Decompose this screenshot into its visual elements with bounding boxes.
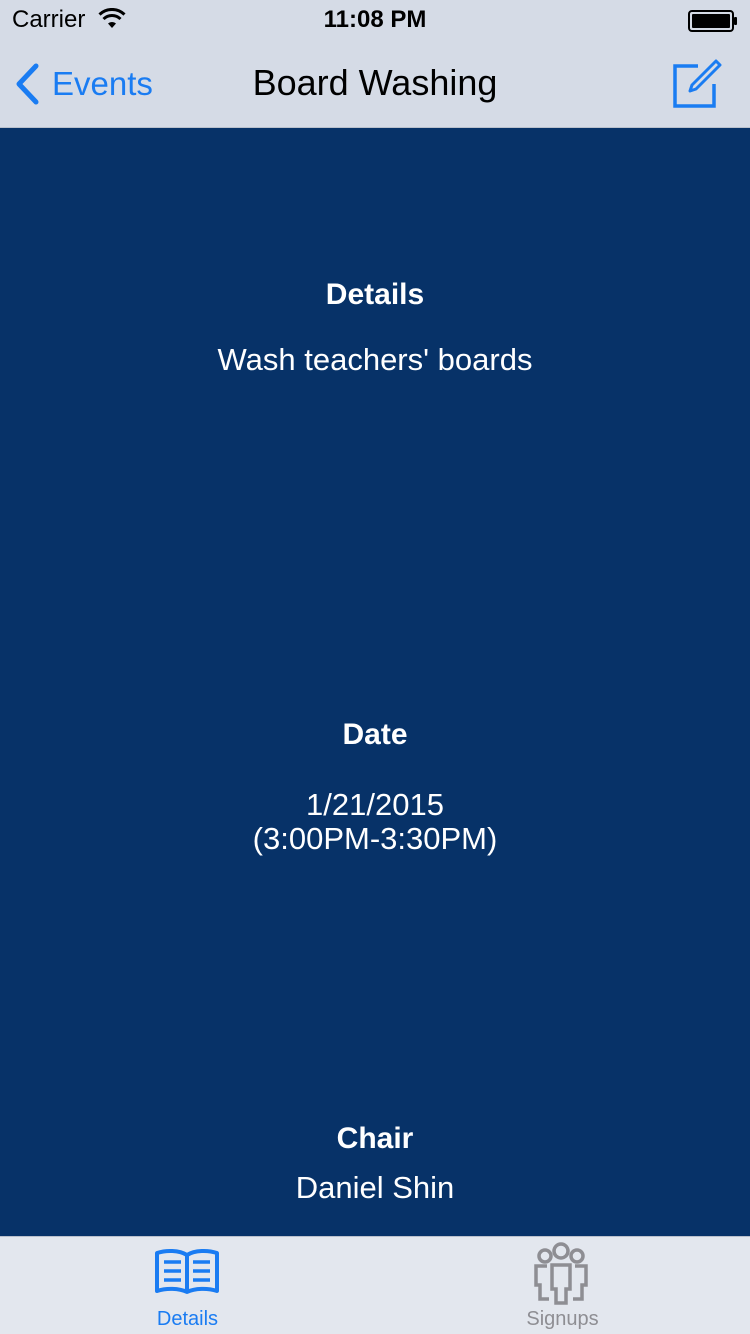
- event-details-panel: Details Wash teachers' boards Date 1/21/…: [0, 128, 750, 1236]
- details-value: Wash teachers' boards: [217, 342, 533, 377]
- tab-bar: Details Signups: [0, 1236, 750, 1334]
- chair-value: Daniel Shin: [295, 1170, 455, 1205]
- date-heading: Date: [342, 718, 408, 751]
- open-book-icon: [155, 1248, 219, 1294]
- navigation-bar: Events Board Washing: [0, 40, 750, 128]
- compose-icon: [673, 59, 722, 108]
- details-heading: Details: [325, 278, 425, 311]
- battery-icon: [688, 10, 737, 32]
- edit-button[interactable]: [670, 58, 722, 110]
- status-bar: Carrier 11:08 PM: [0, 0, 750, 40]
- chair-heading: Chair: [336, 1122, 414, 1155]
- screen: Carrier 11:08 PM Events Board Washing De…: [0, 0, 750, 1334]
- group-icon: [534, 1242, 588, 1305]
- top-bar: Carrier 11:08 PM Events Board Washing: [0, 0, 750, 128]
- tab-details-label: Details: [156, 1308, 219, 1330]
- tab-signups-label: Signups: [526, 1308, 599, 1330]
- status-time: 11:08 PM: [323, 6, 427, 33]
- date-value: 1/21/2015: [306, 787, 444, 822]
- tab-signups[interactable]: Signups: [375, 1237, 750, 1334]
- tab-details[interactable]: Details: [0, 1237, 375, 1334]
- time-range-value: (3:00PM-3:30PM): [252, 821, 498, 856]
- page-title: Board Washing: [252, 62, 498, 103]
